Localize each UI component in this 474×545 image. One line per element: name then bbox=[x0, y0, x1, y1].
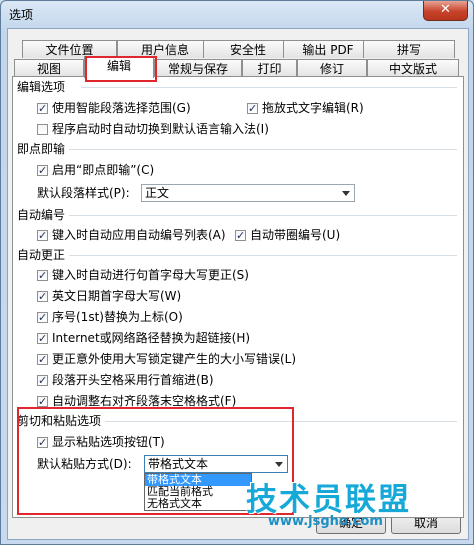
tab-spelling[interactable]: 拼写 bbox=[363, 40, 455, 58]
autocorrect-label: 自动调整右对齐段落末空格格式(F) bbox=[52, 394, 237, 408]
autocorrect-checkbox[interactable] bbox=[37, 267, 48, 285]
autocorrect-label: 英文日期首字母大写(W) bbox=[52, 289, 182, 303]
autocorrect-item[interactable]: 英文日期首字母大写(W) bbox=[37, 287, 182, 306]
paste-options-dropdown: 带格式文本 匹配当前格式 无格式文本 bbox=[144, 473, 252, 511]
watermark-main: 技术员联盟 bbox=[246, 482, 411, 518]
section-divider bbox=[69, 255, 457, 256]
autocorrect-label: 更正意外使用大写锁定键产生的大小写错误(L) bbox=[52, 352, 297, 366]
default-paste-select[interactable]: 带格式文本 bbox=[144, 455, 288, 473]
chevron-down-icon[interactable] bbox=[275, 462, 283, 467]
drag-drop-option[interactable]: 拖放式文字编辑(R) bbox=[247, 99, 364, 118]
section-divider bbox=[69, 215, 457, 216]
dialog-client: 文件位置 用户信息 安全性 输出 PDF 拼写 视图 编辑 常规与保存 打印 修… bbox=[7, 28, 469, 540]
section-divider bbox=[81, 87, 457, 88]
autocorrect-checkbox[interactable] bbox=[37, 288, 48, 306]
show-paste-button-option[interactable]: 显示粘贴选项按钮(T) bbox=[37, 433, 165, 452]
chevron-down-icon[interactable] bbox=[342, 191, 350, 196]
drag-drop-label: 拖放式文字编辑(R) bbox=[262, 101, 364, 115]
tab-print[interactable]: 打印 bbox=[242, 59, 297, 77]
smart-select-checkbox[interactable] bbox=[37, 100, 48, 118]
auto-ime-option[interactable]: 程序启动时自动切换到默认语言输入法(I) bbox=[37, 120, 269, 138]
auto-list-option[interactable]: 键入时自动应用自动编号列表(A) bbox=[37, 226, 226, 245]
edit-panel: 编辑选项 使用智能段落选择范围(G) 拖放式文字编辑(R) 程序启动时自动切换到… bbox=[12, 76, 464, 518]
default-style-value: 正文 bbox=[145, 186, 170, 200]
cut-paste-header: 剪切和粘贴选项 bbox=[17, 414, 102, 428]
autocorrect-item[interactable]: 更正意外使用大写锁定键产生的大小写错误(L) bbox=[37, 350, 297, 369]
tab-view[interactable]: 视图 bbox=[14, 59, 84, 77]
show-paste-label: 显示粘贴选项按钮(T) bbox=[52, 435, 165, 449]
title-bar: 选项 ✕ bbox=[1, 1, 473, 27]
autocorrect-item[interactable]: Internet或网络路径替换为超链接(H) bbox=[37, 329, 251, 348]
window-title: 选项 bbox=[9, 8, 34, 22]
paste-option[interactable]: 无格式文本 bbox=[145, 498, 251, 510]
edit-options-header: 编辑选项 bbox=[17, 80, 66, 94]
tab-chinese-layout[interactable]: 中文版式 bbox=[367, 59, 459, 77]
autocorrect-checkbox[interactable] bbox=[37, 351, 48, 369]
autocorrect-item[interactable]: 段落开头空格采用行首缩进(B) bbox=[37, 371, 214, 390]
auto-circle-checkbox[interactable] bbox=[235, 227, 246, 245]
show-paste-checkbox[interactable] bbox=[37, 434, 48, 452]
smart-select-label: 使用智能段落选择范围(G) bbox=[52, 101, 191, 115]
autocorrect-label: Internet或网络路径替换为超链接(H) bbox=[52, 331, 251, 345]
auto-ime-checkbox[interactable] bbox=[37, 124, 48, 135]
autocorrect-checkbox[interactable] bbox=[37, 393, 48, 411]
watermark-url: www.jsgho.com bbox=[268, 514, 383, 529]
default-style-select[interactable]: 正文 bbox=[141, 184, 355, 202]
options-dialog: 选项 ✕ 文件位置 用户信息 安全性 输出 PDF 拼写 视图 编辑 常规与保存… bbox=[0, 0, 474, 545]
auto-circle-option[interactable]: 自动带圈编号(U) bbox=[235, 226, 341, 245]
auto-list-label: 键入时自动应用自动编号列表(A) bbox=[52, 228, 226, 242]
default-style-label: 默认段落样式(P): bbox=[37, 186, 130, 200]
tab-edit[interactable]: 编辑 bbox=[84, 56, 154, 78]
autocorrect-item[interactable]: 序号(1st)替换为上标(O) bbox=[37, 308, 183, 327]
auto-circle-label: 自动带圈编号(U) bbox=[250, 228, 341, 242]
close-button[interactable]: ✕ bbox=[423, 1, 468, 21]
auto-numbering-header: 自动编号 bbox=[17, 208, 66, 222]
autocorrect-checkbox[interactable] bbox=[37, 330, 48, 348]
autocorrect-item[interactable]: 键入时自动进行句首字母大写更正(S) bbox=[37, 266, 249, 285]
default-paste-label: 默认粘贴方式(D): bbox=[37, 457, 132, 471]
tab-revisions[interactable]: 修订 bbox=[297, 59, 367, 77]
watermark-logo: 技术员联盟 www.jsgho.com bbox=[246, 474, 411, 529]
auto-ime-label: 程序启动时自动切换到默认语言输入法(I) bbox=[52, 122, 269, 136]
autocorrect-label: 段落开头空格采用行首缩进(B) bbox=[52, 373, 214, 387]
section-divider bbox=[69, 149, 457, 150]
smart-select-option[interactable]: 使用智能段落选择范围(G) bbox=[37, 99, 191, 118]
section-divider bbox=[105, 421, 457, 422]
autocorrect-label: 序号(1st)替换为上标(O) bbox=[52, 310, 183, 324]
tab-general-save[interactable]: 常规与保存 bbox=[154, 59, 242, 77]
autocorrect-item[interactable]: 自动调整右对齐段落末空格格式(F) bbox=[37, 392, 237, 411]
tab-output-pdf[interactable]: 输出 PDF bbox=[283, 40, 373, 58]
drag-drop-checkbox[interactable] bbox=[247, 100, 258, 118]
close-icon[interactable]: ✕ bbox=[440, 2, 451, 17]
default-paste-value: 带格式文本 bbox=[148, 457, 209, 471]
click-type-label: 启用“即点即输”(C) bbox=[52, 163, 155, 177]
autocorrect-checkbox[interactable] bbox=[37, 372, 48, 390]
click-type-checkbox[interactable] bbox=[37, 162, 48, 180]
autocorrect-label: 键入时自动进行句首字母大写更正(S) bbox=[52, 268, 249, 282]
auto-list-checkbox[interactable] bbox=[37, 227, 48, 245]
tab-security[interactable]: 安全性 bbox=[203, 40, 293, 58]
click-type-enable-option[interactable]: 启用“即点即输”(C) bbox=[37, 161, 155, 180]
click-type-header: 即点即输 bbox=[17, 142, 66, 156]
auto-correct-header: 自动更正 bbox=[17, 248, 66, 262]
autocorrect-checkbox[interactable] bbox=[37, 309, 48, 327]
